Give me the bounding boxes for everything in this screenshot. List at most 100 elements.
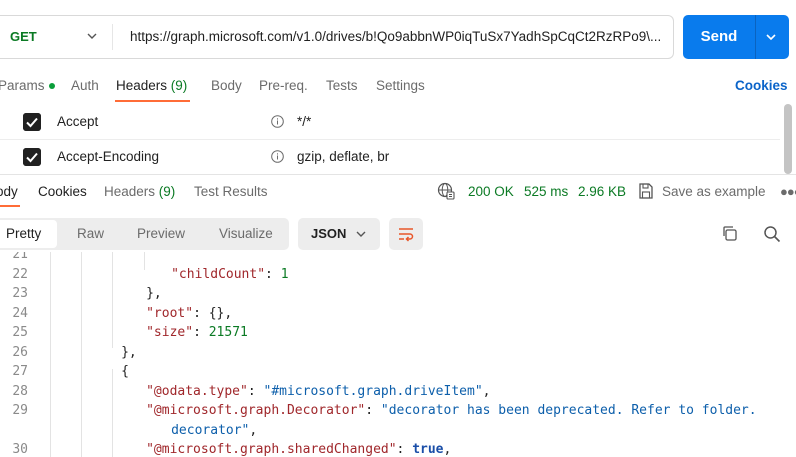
code-token: ,: [249, 422, 258, 438]
header-row: Accept-Encoding gzip, deflate, br: [0, 139, 780, 175]
response-body-code[interactable]: 21 22 "childCount": 1 23}, 24 "root": {}, 25 "s…: [0, 252, 796, 457]
line-number: 21: [12, 252, 28, 262]
line-number: 29: [12, 403, 28, 418]
indent-guide: [112, 369, 113, 457]
code-line[interactable]: "root": {},: [146, 304, 232, 324]
header-key[interactable]: Accept-Encoding: [57, 139, 159, 174]
line-number: 27: [12, 364, 28, 379]
response-size[interactable]: 2.96 KB: [578, 183, 626, 201]
line-number: 23: [12, 286, 28, 301]
code-token: 1: [280, 266, 289, 282]
divider: [0, 174, 796, 175]
code-token: },: [146, 286, 162, 301]
code-line[interactable]: "@microsoft.graph.sharedChanged": true,: [146, 440, 451, 457]
indent-guide: [112, 252, 113, 348]
view-raw[interactable]: Raw: [77, 218, 104, 250]
active-tab-indicator: [115, 100, 190, 102]
indent-guide: [81, 252, 82, 457]
headers-scrollbar[interactable]: [784, 104, 792, 174]
code-line[interactable]: {: [121, 362, 129, 382]
code-token: decorator": [171, 422, 250, 438]
status-code[interactable]: 200 OK: [468, 183, 514, 201]
code-line[interactable]: },: [121, 343, 137, 363]
code-line[interactable]: decorator",: [171, 421, 257, 441]
line-number: [0, 421, 28, 441]
code-token: ,: [443, 442, 452, 457]
tab-response-cookies[interactable]: Cookies: [38, 183, 87, 201]
view-preview[interactable]: Preview: [137, 218, 185, 250]
code-token: :: [247, 383, 264, 399]
send-button[interactable]: Send: [683, 15, 789, 59]
search-icon[interactable]: [763, 225, 781, 243]
chevron-down-icon[interactable]: [765, 31, 777, 43]
code-line[interactable]: },: [146, 284, 162, 304]
line-number: 25: [12, 325, 28, 340]
url-input[interactable]: https://graph.microsoft.com/v1.0/drives/…: [130, 16, 666, 58]
tab-auth[interactable]: Auth: [71, 76, 99, 96]
params-indicator-dot: [48, 83, 55, 90]
code-token: "size": [146, 325, 194, 340]
info-icon[interactable]: [271, 115, 284, 128]
save-as-example-button[interactable]: Save as example: [662, 183, 766, 201]
tab-params[interactable]: Params: [0, 76, 55, 96]
view-pretty[interactable]: Pretty: [6, 218, 41, 250]
divider: [112, 24, 113, 50]
chevron-down-icon[interactable]: [355, 228, 367, 240]
format-label[interactable]: JSON: [311, 218, 346, 250]
tab-tests[interactable]: Tests: [326, 76, 358, 96]
code-line[interactable]: "@odata.type": "#microsoft.graph.driveIt…: [146, 382, 490, 402]
code-token: },: [121, 344, 137, 360]
wrap-lines-icon[interactable]: [397, 225, 415, 243]
tab-pre-request[interactable]: Pre-req.: [259, 76, 308, 96]
checkbox-checked-icon[interactable]: [23, 113, 41, 131]
chevron-down-icon[interactable]: [86, 30, 98, 42]
method-select[interactable]: GET: [10, 16, 37, 58]
code-token: "@odata.type": [146, 383, 248, 399]
info-icon[interactable]: [271, 150, 284, 163]
indent-guide: [50, 252, 51, 457]
code-token: : {},: [193, 305, 233, 321]
code-token: 21571: [208, 325, 248, 340]
header-value[interactable]: */*: [297, 104, 311, 139]
line-number: 28: [12, 383, 28, 399]
code-token: true: [412, 442, 444, 457]
tab-settings[interactable]: Settings: [376, 76, 425, 96]
code-line[interactable]: "childCount": 1: [171, 265, 288, 285]
tab-response-headers[interactable]: Headers (9): [104, 183, 175, 201]
copy-icon[interactable]: [721, 225, 738, 242]
indent-guide: [144, 252, 145, 270]
tab-test-results[interactable]: Test Results: [194, 183, 268, 201]
tab-body[interactable]: Body: [211, 76, 242, 96]
code-token: "#microsoft.graph.driveItem": [263, 383, 483, 399]
code-token: "@microsoft.graph.Decorator": [146, 403, 366, 418]
code-token: {: [121, 364, 129, 379]
code-line[interactable]: "size": 21571: [146, 323, 248, 343]
header-value[interactable]: gzip, deflate, br: [297, 139, 389, 174]
code-token: :: [193, 325, 209, 340]
active-tab-indicator: [0, 205, 20, 207]
response-time[interactable]: 525 ms: [524, 183, 568, 201]
save-icon[interactable]: [638, 182, 654, 200]
line-number: 30: [12, 442, 28, 457]
network-globe-icon[interactable]: [437, 182, 455, 200]
checkbox-checked-icon[interactable]: [23, 148, 41, 166]
header-key[interactable]: Accept: [57, 104, 98, 139]
code-token: :: [396, 442, 413, 457]
tab-response-body[interactable]: ody: [0, 183, 18, 201]
code-token: ,: [482, 383, 491, 399]
code-token: "decorator has been deprecated. Refer to…: [380, 403, 757, 418]
code-line[interactable]: "@microsoft.graph.Decorator": "decorator…: [146, 401, 757, 421]
more-options-icon[interactable]: ●●●: [780, 183, 796, 201]
code-token: "@microsoft.graph.sharedChanged": [146, 442, 397, 457]
tab-headers[interactable]: Headers (9): [116, 76, 187, 96]
cookies-link[interactable]: Cookies: [735, 76, 788, 96]
code-token: "childCount": [171, 266, 266, 282]
line-number: 22: [12, 266, 28, 282]
line-number: 24: [12, 305, 28, 321]
code-token: :: [265, 266, 281, 282]
code-token: "root": [146, 305, 194, 321]
send-divider: [755, 15, 756, 59]
line-number: 26: [12, 344, 28, 360]
view-visualize[interactable]: Visualize: [219, 218, 273, 250]
send-label[interactable]: Send: [683, 15, 755, 59]
